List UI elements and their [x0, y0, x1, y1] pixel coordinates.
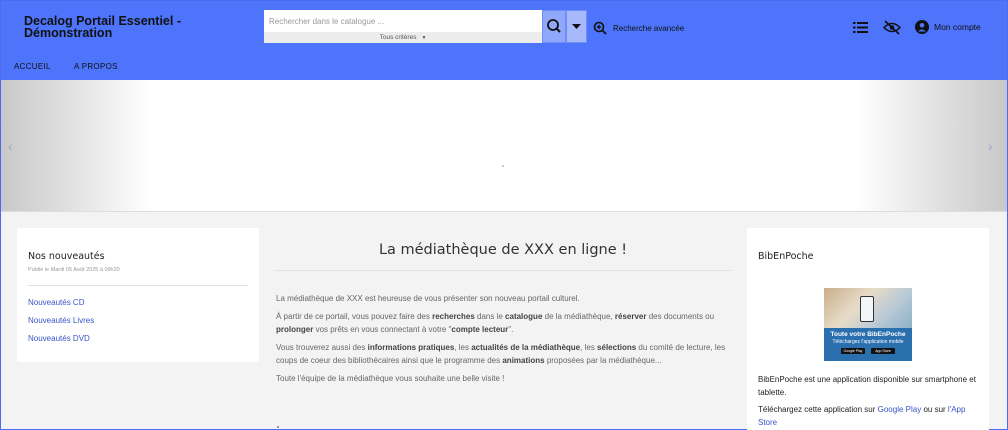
search-button[interactable]	[542, 10, 566, 43]
google-play-link[interactable]: Google Play	[878, 405, 922, 414]
bibenpoche-download-text: Téléchargez cette application sur Google…	[758, 405, 966, 427]
advanced-search-label: Recherche avancée	[613, 23, 685, 33]
divider	[275, 270, 731, 271]
new-arrivals-title: Nos nouveautés	[28, 251, 105, 262]
list-icon[interactable]	[853, 20, 868, 40]
page-title: La médiathèque de XXX en ligne !	[378, 242, 628, 258]
promo-banner: Toute votre BibEnPoche Téléchargez l'app…	[824, 328, 912, 361]
advanced-search-link[interactable]: Recherche avancée	[593, 18, 684, 38]
publication-date: Publié le Mardi 05 Août 2025 à 09h20	[28, 267, 120, 273]
nav-item-a-propos[interactable]: A PROPOS	[74, 62, 118, 71]
bullet-marker	[277, 426, 279, 428]
criteria-label: Tous critères	[379, 34, 417, 41]
search-box: Tous critères ▼	[264, 10, 542, 43]
carousel-indicator[interactable]	[502, 165, 504, 167]
promo-subtitle: Téléchargez l'application mobile	[832, 339, 904, 345]
search-icon	[547, 19, 561, 33]
site-title[interactable]: Decalog Portail Essentiel - Démonstratio…	[24, 15, 234, 40]
my-account-label: Mon compte	[934, 22, 981, 32]
user-circle-icon	[915, 20, 929, 34]
promo-title: Toute votre BibEnPoche	[830, 331, 906, 338]
intro-paragraph: La médiathèque de XXX est heureuse de vo…	[276, 294, 580, 303]
features-paragraph: À partir de ce portail, vous pouvez fair…	[276, 312, 715, 334]
app-store-badge: App Store	[871, 348, 895, 354]
my-account-button[interactable]: Mon compte	[915, 20, 981, 34]
bibenpoche-description: BibEnPoche est une application disponibl…	[758, 375, 976, 397]
nav-item-accueil[interactable]: ACCUEIL	[14, 62, 51, 71]
new-arrivals-panel: Nos nouveautés Publié le Mardi 05 Août 2…	[17, 228, 259, 362]
carousel-prev-icon[interactable]: ‹	[8, 138, 13, 154]
carousel: ‹ ›	[1, 80, 1007, 212]
divider	[28, 285, 248, 286]
link-nouveautes-dvd[interactable]: Nouveautés DVD	[28, 334, 90, 343]
criteria-select[interactable]: Tous critères ▼	[264, 32, 542, 43]
link-nouveautes-cd[interactable]: Nouveautés CD	[28, 298, 84, 307]
phone-icon	[860, 296, 874, 322]
info-paragraph: Vous trouverez aussi des informations pr…	[276, 343, 726, 365]
promo-photo	[824, 288, 912, 328]
search-options-button[interactable]	[566, 10, 587, 43]
zoom-in-icon	[593, 21, 607, 35]
welcome-paragraph: Toute l'équipe de la médiathèque vous so…	[276, 374, 505, 383]
link-nouveautes-livres[interactable]: Nouveautés Livres	[28, 316, 94, 325]
caret-down-icon: ▼	[421, 35, 427, 41]
google-play-badge: Google Play	[841, 348, 865, 354]
site-header: Decalog Portail Essentiel - Démonstratio…	[1, 1, 1007, 80]
caret-down-icon	[572, 24, 581, 29]
bibenpoche-promo-image[interactable]: Toute votre BibEnPoche Téléchargez l'app…	[824, 288, 912, 361]
bibenpoche-panel: BibEnPoche Toute votre BibEnPoche Téléch…	[747, 228, 989, 430]
bibenpoche-title: BibEnPoche	[758, 251, 814, 262]
eye-slash-icon[interactable]	[882, 20, 902, 40]
carousel-next-icon[interactable]: ›	[988, 138, 993, 154]
search-input[interactable]	[264, 10, 542, 32]
